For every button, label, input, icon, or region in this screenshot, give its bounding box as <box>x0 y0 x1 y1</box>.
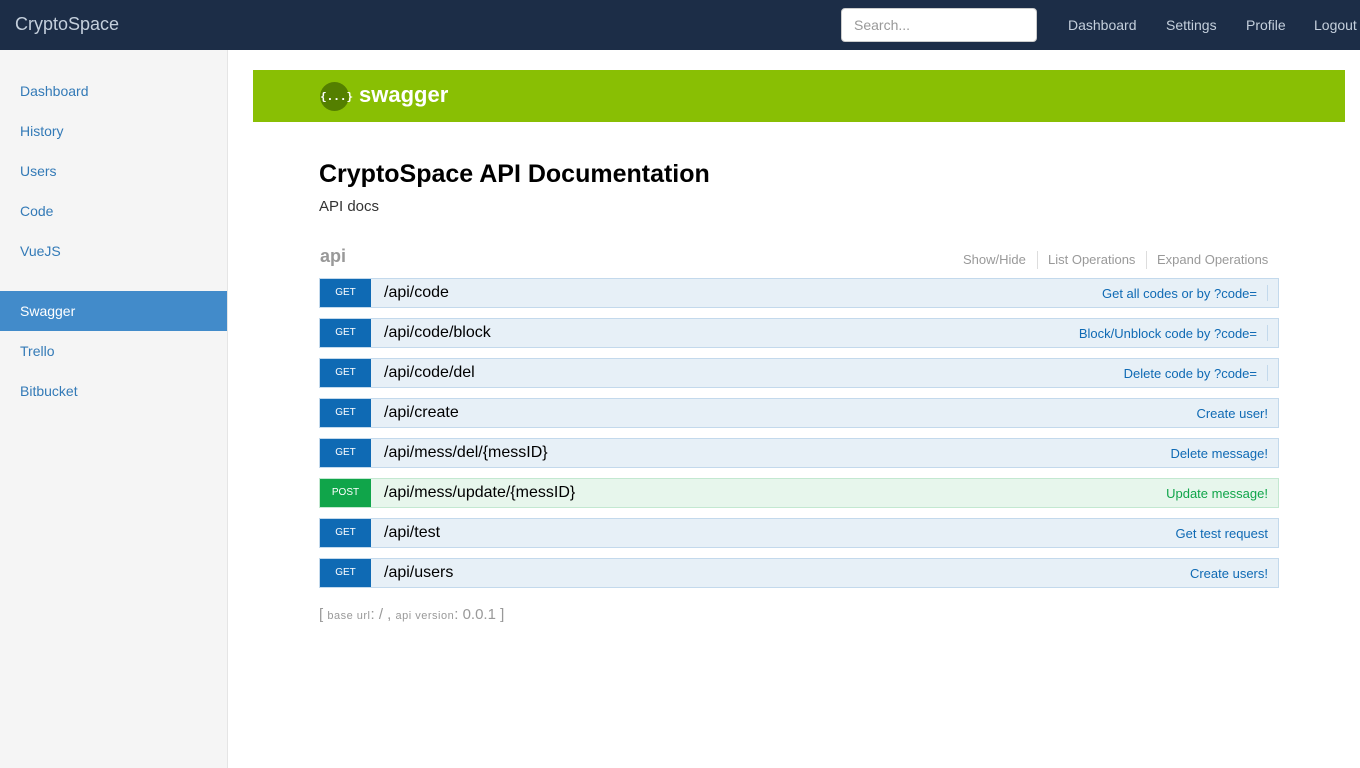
operation-row[interactable]: POST /api/mess/update/{messID} Update me… <box>319 478 1279 508</box>
operation-path[interactable]: /api/mess/update/{messID} <box>384 484 575 502</box>
operation-summary[interactable]: Delete message! <box>1170 446 1268 461</box>
operation-row[interactable]: GET /api/create Create user! <box>319 398 1279 428</box>
sidebar-item-code[interactable]: Code <box>0 191 227 231</box>
separator: , <box>387 606 392 623</box>
sidebar-item-trello[interactable]: Trello <box>0 331 227 371</box>
operation-row[interactable]: GET /api/code/del Delete code by ?code= <box>319 358 1279 388</box>
swagger-logo-icon[interactable]: {...} <box>320 82 353 111</box>
nav-link-logout[interactable]: Logout <box>1314 17 1357 33</box>
method-badge[interactable]: GET <box>320 319 371 347</box>
divider <box>1146 251 1147 269</box>
nav-link-dashboard[interactable]: Dashboard <box>1068 17 1137 33</box>
operation-summary[interactable]: Delete code by ?code= <box>1124 366 1257 381</box>
bracket: [ <box>319 606 324 623</box>
nav-link-settings[interactable]: Settings <box>1166 17 1217 33</box>
method-badge[interactable]: GET <box>320 519 371 547</box>
operation-summary[interactable]: Create user! <box>1196 406 1268 421</box>
api-info-footer: [ base url: / , api version: 0.0.1 ] <box>319 606 505 623</box>
operation-row[interactable]: GET /api/test Get test request <box>319 518 1279 548</box>
method-badge[interactable]: GET <box>320 559 371 587</box>
operation-path[interactable]: /api/code/block <box>384 324 491 342</box>
operation-summary[interactable]: Get test request <box>1176 526 1269 541</box>
operation-summary[interactable]: Create users! <box>1190 566 1268 581</box>
operation-summary[interactable]: Block/Unblock code by ?code= <box>1079 326 1257 341</box>
operation-summary[interactable]: Get all codes or by ?code= <box>1102 286 1257 301</box>
operation-path[interactable]: /api/users <box>384 564 453 582</box>
operation-row[interactable]: GET /api/code/block Block/Unblock code b… <box>319 318 1279 348</box>
base-url-label: base url <box>327 610 371 622</box>
method-badge[interactable]: POST <box>320 479 371 507</box>
top-navbar: CryptoSpace Dashboard Settings Profile L… <box>0 0 1360 50</box>
brand-logo[interactable]: CryptoSpace <box>15 14 119 35</box>
operation-path[interactable]: /api/mess/del/{messID} <box>384 444 548 462</box>
operation-path[interactable]: /api/code/del <box>384 364 475 382</box>
divider <box>1267 365 1268 381</box>
api-title: CryptoSpace API Documentation <box>319 160 710 188</box>
sidebar-item-history[interactable]: History <box>0 111 227 151</box>
sidebar-item-dashboard[interactable]: Dashboard <box>0 71 227 111</box>
base-url-value: / <box>378 606 383 623</box>
api-version-value: 0.0.1 <box>462 606 496 623</box>
sidebar-item-bitbucket[interactable]: Bitbucket <box>0 371 227 411</box>
sidebar-item-vuejs[interactable]: VueJS <box>0 231 227 271</box>
swagger-logo-text[interactable]: swagger <box>359 82 448 108</box>
operation-path[interactable]: /api/test <box>384 524 440 542</box>
expand-operations-link[interactable]: Expand Operations <box>1157 252 1268 267</box>
bracket: ] <box>500 606 505 623</box>
swagger-header: {...} swagger <box>253 70 1345 122</box>
operation-summary[interactable]: Update message! <box>1166 486 1268 501</box>
search-input[interactable] <box>841 8 1037 42</box>
show-hide-link[interactable]: Show/Hide <box>963 252 1026 267</box>
nav-link-profile[interactable]: Profile <box>1246 17 1286 33</box>
method-badge[interactable]: GET <box>320 279 371 307</box>
divider <box>1267 325 1268 341</box>
operation-row[interactable]: GET /api/mess/del/{messID} Delete messag… <box>319 438 1279 468</box>
operation-row[interactable]: GET /api/users Create users! <box>319 558 1279 588</box>
sidebar: Dashboard History Users Code VueJS Swagg… <box>0 50 228 768</box>
divider <box>1037 251 1038 269</box>
operation-path[interactable]: /api/create <box>384 404 459 422</box>
method-badge[interactable]: GET <box>320 359 371 387</box>
method-badge[interactable]: GET <box>320 399 371 427</box>
divider <box>1267 285 1268 301</box>
list-operations-link[interactable]: List Operations <box>1048 252 1135 267</box>
api-version-label: api version <box>395 610 455 622</box>
api-description: API docs <box>319 198 380 215</box>
operation-row[interactable]: GET /api/code Get all codes or by ?code= <box>319 278 1279 308</box>
sidebar-item-users[interactable]: Users <box>0 151 227 191</box>
resource-group-name[interactable]: api <box>320 246 346 267</box>
method-badge[interactable]: GET <box>320 439 371 467</box>
operation-path[interactable]: /api/code <box>384 284 449 302</box>
sidebar-item-swagger[interactable]: Swagger <box>0 291 227 331</box>
